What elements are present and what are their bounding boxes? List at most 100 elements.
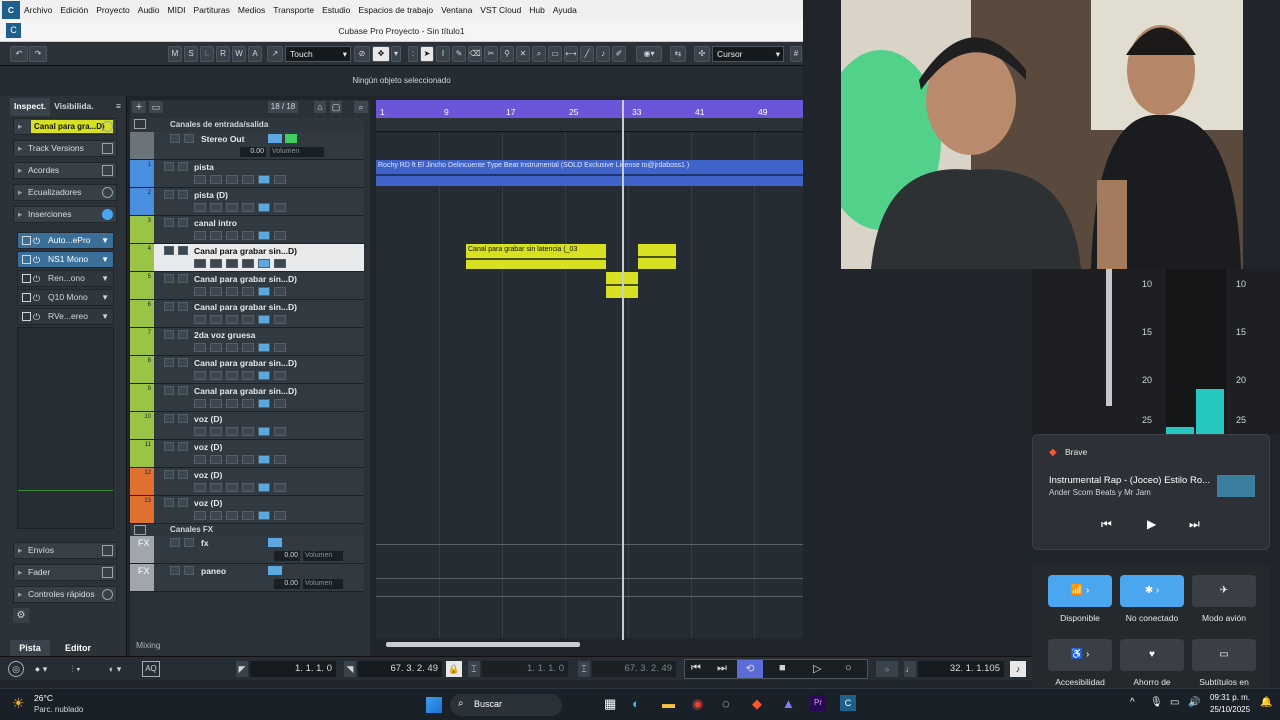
read-automation-button[interactable] [226,371,238,380]
read-automation-button[interactable] [226,231,238,240]
timeline-ruler[interactable]: 1 9 17 25 33 41 49 [376,100,803,118]
snap-type-icon[interactable]: ✣ [694,46,710,62]
lane-button[interactable] [274,427,286,436]
lane-button[interactable] [274,287,286,296]
next-track-icon[interactable]: ⏭ [1189,517,1200,532]
home-icon[interactable]: ⌂ [314,101,326,113]
track-fx-15[interactable]: FX paneo 0.00 Volumen [130,564,364,592]
lane-button[interactable] [274,315,286,324]
menu-ventana[interactable]: Ventana [441,5,472,15]
add-track-icon[interactable]: + [132,101,146,113]
clock-time[interactable]: 09:31 p. m. [1210,693,1250,702]
lane-button[interactable] [274,399,286,408]
volume-icon[interactable]: 🔊 [1188,697,1200,708]
mute-button[interactable] [164,414,174,423]
auto-quantize-icon[interactable]: ◐ ▾ [102,661,128,677]
lane-button[interactable] [274,483,286,492]
weather-icon[interactable]: ☀ [12,695,25,712]
edit-channel-button[interactable] [258,427,270,436]
monitor-button[interactable] [210,399,222,408]
menu-transporte[interactable]: Transporte [273,5,314,15]
accessibility-tile[interactable]: ♿ › [1048,639,1112,671]
track-row[interactable]: 5 Canal para grabar sin...D) [130,272,364,300]
track-row[interactable]: 12 voz (D) [130,468,364,496]
monitor-button[interactable] [210,315,222,324]
menu-icon[interactable]: ≡ [112,98,125,116]
power-icon[interactable] [285,134,297,143]
eraser-tool-icon[interactable]: ⌫ [468,46,482,62]
record-enable-button[interactable] [194,371,206,380]
marker-ruler[interactable] [376,118,803,132]
solo-button[interactable] [178,470,188,479]
solo-button[interactable] [178,414,188,423]
mute-button[interactable] [164,218,174,227]
solo-button[interactable] [178,246,188,255]
track-row[interactable]: 11 voz (D) [130,440,364,468]
edit-channel-button[interactable] [258,399,270,408]
range-tool-icon[interactable]: I [436,46,450,62]
snap-toggle-icon[interactable]: ⇆ [670,46,686,62]
mute-button[interactable] [170,134,180,143]
wifi-tile[interactable]: 📶 › [1048,575,1112,607]
menu-ayuda[interactable]: Ayuda [553,5,577,15]
track-row[interactable]: 9 Canal para grabar sin...D) [130,384,364,412]
mute-button[interactable] [170,538,180,547]
play-icon[interactable]: ▶ [1147,517,1156,531]
read-automation-button[interactable] [226,399,238,408]
mode-l-button[interactable]: L [200,46,214,62]
suspend-icon[interactable]: ⊘ [354,46,370,62]
cubase-icon[interactable]: C [840,695,856,711]
color-tool-icon[interactable]: ◉▾ [636,46,662,62]
settings-icon[interactable]: ◎ [8,661,24,677]
left-locator-icon[interactable]: ◤ [236,661,248,677]
monitor-button[interactable] [210,203,222,212]
volume-value[interactable]: 0.00 [274,551,300,561]
menu-vst-cloud[interactable]: VST Cloud [480,5,521,15]
teams-icon[interactable]: ▲ [782,696,795,711]
record-enable-button[interactable] [194,287,206,296]
file-explorer-icon[interactable]: ▬ [662,696,675,711]
menu-medios[interactable]: Medios [238,5,265,15]
edit-channel-button[interactable] [258,259,270,268]
weather-desc[interactable]: Parc. nublado [34,705,83,714]
airplane-tile[interactable]: ✈ [1192,575,1256,607]
menu-midi[interactable]: MIDI [168,5,186,15]
read-automation-button[interactable] [226,343,238,352]
section-quick-controls[interactable]: Controles rápidos [13,586,117,603]
mode-m-button[interactable]: M [168,46,182,62]
track-row[interactable]: 6 Canal para grabar sin...D) [130,300,364,328]
monitor-button[interactable] [210,427,222,436]
read-automation-button[interactable] [226,511,238,520]
write-automation-button[interactable] [242,511,254,520]
previous-track-icon[interactable]: ⏮ [1101,517,1112,532]
mute-button[interactable] [164,274,174,283]
write-automation-button[interactable] [242,231,254,240]
solo-button[interactable] [178,190,188,199]
snap-type-select[interactable]: Cursor ▾ [712,46,784,62]
edit-channel-button[interactable] [258,315,270,324]
insert-slot-4[interactable]: ⏻ Q10 Mono ▼ [17,289,114,306]
power-icon[interactable]: ⏻ [33,272,40,287]
track-row[interactable]: 10 voz (D) [130,412,364,440]
write-automation-button[interactable] [242,371,254,380]
stop-icon[interactable]: ■ [779,662,786,674]
volume-value[interactable]: 0.00 [274,579,300,589]
menu-archivo[interactable]: Archivo [24,5,52,15]
go-to-start-icon[interactable]: ⏮ [691,662,701,675]
write-automation-button[interactable] [242,287,254,296]
solo-button[interactable] [178,274,188,283]
mute-button[interactable] [164,358,174,367]
undo-icon[interactable]: ↶ [10,46,28,62]
track-row[interactable]: 7 2da voz gruesa [130,328,364,356]
section-sends[interactable]: Envíos [13,542,117,559]
solo-button[interactable] [184,538,194,547]
record-enable-button[interactable] [194,455,206,464]
lane-button[interactable] [274,343,286,352]
mute-button[interactable] [164,470,174,479]
track-row[interactable]: 1 pista [130,160,364,188]
redo-icon[interactable]: ↷ [29,46,47,62]
insert-slot-3[interactable]: ⏻ Ren...ono ▼ [17,270,114,287]
click-icon[interactable]: ♪ [1010,661,1026,677]
edit-channel-button[interactable] [258,175,270,184]
chrome-icon[interactable]: ◉ [692,696,703,712]
